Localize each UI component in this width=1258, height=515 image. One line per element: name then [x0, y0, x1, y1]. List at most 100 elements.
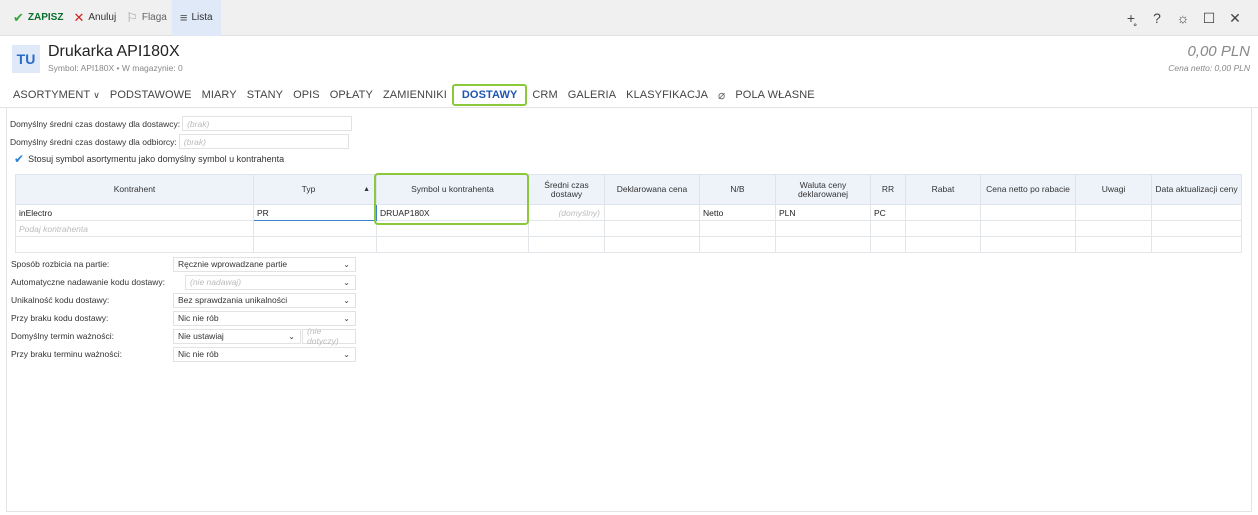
flag-button[interactable]: ⚐ Flaga: [121, 0, 172, 36]
new-cell[interactable]: [1075, 220, 1152, 237]
col-symbol[interactable]: Symbol u kontrahenta: [376, 174, 529, 205]
cell-waluta[interactable]: PLN: [775, 204, 871, 221]
cell-typ[interactable]: PR: [253, 204, 377, 221]
new-cell[interactable]: [528, 220, 605, 237]
tab-asortyment[interactable]: ASORTYMENT ∨: [8, 89, 105, 101]
price: 0,00 PLN: [1187, 43, 1250, 60]
tab-miary[interactable]: MIARY: [197, 89, 242, 101]
receiver-delivery-time-row: Domyślny średni czas dostawy dla odbiorc…: [10, 134, 349, 149]
chevron-down-icon: ⌄: [343, 295, 350, 305]
chevron-down-icon: ⌄: [343, 313, 350, 323]
batch-split-select[interactable]: Ręcznie wprowadzane partie ⌄: [173, 256, 356, 272]
auto-code-row: Automatyczne nadawanie kodu dostawy: (ni…: [11, 274, 356, 290]
new-cell[interactable]: [699, 220, 776, 237]
cell-symbol[interactable]: DRUAP180X: [376, 204, 529, 221]
empty-cell: [980, 236, 1076, 253]
col-waluta[interactable]: Waluta ceny deklarowanej: [775, 174, 871, 205]
tab-opis[interactable]: OPIS: [288, 89, 325, 101]
empty-cell: [699, 236, 776, 253]
cell-uwagi[interactable]: [1075, 204, 1152, 221]
new-cell[interactable]: [376, 220, 529, 237]
chevron-down-icon: ⌄: [343, 259, 350, 269]
expiry-date-select[interactable]: Nie ustawiaj ⌄: [173, 328, 301, 344]
code-uniqueness-select[interactable]: Bez sprawdzania unikalności ⌄: [173, 292, 356, 308]
new-cell[interactable]: [253, 220, 377, 237]
list-button[interactable]: ≡ Lista: [171, 0, 221, 36]
col-rabat[interactable]: Rabat: [905, 174, 981, 205]
receiver-delivery-time-input[interactable]: (brak): [178, 134, 349, 149]
cell-rr[interactable]: PC: [870, 204, 906, 221]
col-uwagi[interactable]: Uwagi: [1075, 174, 1152, 205]
attachment-icon[interactable]: ⌀: [713, 88, 730, 102]
new-cell[interactable]: [905, 220, 981, 237]
empty-cell: [604, 236, 700, 253]
tab-klasyfikacja[interactable]: KLASYFIKACJA: [621, 89, 713, 101]
cell-nb[interactable]: Netto: [699, 204, 776, 221]
missing-expiry-select[interactable]: Nic nie rób ⌄: [173, 346, 356, 362]
cell-cena-netto[interactable]: [980, 204, 1076, 221]
col-nb[interactable]: N/B: [699, 174, 776, 205]
chevron-down-icon: ∨: [93, 89, 100, 100]
auto-code-label: Automatyczne nadawanie kodu dostawy:: [11, 277, 166, 287]
cell-czas[interactable]: (domyślny): [528, 204, 605, 221]
missing-code-label: Przy braku kodu dostawy:: [11, 313, 109, 323]
tab-stany[interactable]: STANY: [242, 89, 288, 101]
new-cell[interactable]: [1151, 220, 1242, 237]
new-kontrahent-input[interactable]: Podaj kontrahenta: [15, 220, 254, 237]
new-cell[interactable]: [604, 220, 700, 237]
list-icon: ≡: [179, 10, 188, 25]
col-czas[interactable]: Średni czas dostawy: [528, 174, 605, 205]
tab-galeria[interactable]: GALERIA: [563, 89, 621, 101]
tab-oplaty[interactable]: OPŁATY: [325, 89, 378, 101]
missing-code-value: Nic nie rób: [178, 313, 219, 323]
missing-expiry-value: Nic nie rób: [178, 349, 219, 359]
new-cell[interactable]: [980, 220, 1076, 237]
cell-rabat[interactable]: [905, 204, 981, 221]
page-subtitle: Symbol: API180X • W magazynie: 0: [48, 63, 183, 73]
table-row-new[interactable]: Podaj kontrahenta: [15, 220, 1242, 237]
close-icon: ✕: [73, 10, 85, 25]
tab-zamienniki[interactable]: ZAMIENNIKI: [378, 89, 452, 101]
empty-cell: [870, 236, 906, 253]
col-rr[interactable]: RR: [870, 174, 906, 205]
tab-pola-wlasne[interactable]: POLA WŁASNE: [730, 89, 819, 101]
cell-data[interactable]: [1151, 204, 1242, 221]
col-cena[interactable]: Deklarowana cena: [604, 174, 700, 205]
expiry-date-label: Domyślny termin ważności:: [11, 331, 114, 341]
new-cell[interactable]: [870, 220, 906, 237]
tab-label: ASORTYMENT: [13, 88, 91, 101]
empty-cell: [528, 236, 605, 253]
auto-code-select[interactable]: (nie nadawaj) ⌄: [185, 274, 356, 290]
cell-cena[interactable]: [604, 204, 700, 221]
tab-dostawy[interactable]: DOSTAWY: [451, 83, 528, 106]
help-icon[interactable]: ?: [1144, 10, 1170, 26]
table-row-empty: [15, 236, 1242, 253]
close-window-icon[interactable]: ✕: [1222, 10, 1248, 27]
add-shortcut-icon[interactable]: +̥: [1118, 10, 1144, 26]
batch-split-value: Ręcznie wprowadzane partie: [178, 259, 288, 269]
table-row[interactable]: inElectro PR DRUAP180X (domyślny) Netto …: [15, 204, 1242, 221]
save-button[interactable]: ✔ ZAPISZ: [8, 0, 68, 36]
tab-crm[interactable]: CRM: [527, 89, 562, 101]
col-kontrahent[interactable]: Kontrahent: [15, 174, 254, 205]
supplier-delivery-time-row: Domyślny średni czas dostawy dla dostawc…: [10, 116, 353, 131]
batch-split-row: Sposób rozbicia na partie: Ręcznie wprow…: [11, 256, 356, 272]
empty-cell: [1075, 236, 1152, 253]
col-typ[interactable]: Typ ▲: [253, 174, 377, 205]
missing-code-select[interactable]: Nic nie rób ⌄: [173, 310, 356, 326]
cancel-button[interactable]: ✕ Anuluj: [68, 0, 121, 36]
supplier-delivery-time-input[interactable]: (brak): [182, 116, 353, 131]
maximize-icon[interactable]: ☐: [1196, 10, 1222, 27]
new-cell[interactable]: [775, 220, 871, 237]
col-data[interactable]: Data aktualizacji ceny: [1151, 174, 1242, 205]
tab-podstawowe[interactable]: PODSTAWOWE: [105, 89, 197, 101]
code-uniqueness-value: Bez sprawdzania unikalności: [178, 295, 288, 305]
cell-kontrahent[interactable]: inElectro: [15, 204, 254, 221]
sort-asc-icon: ▲: [363, 186, 370, 193]
expiry-date-extra: (nie dotyczy): [302, 326, 356, 346]
supplier-delivery-time-label: Domyślny średni czas dostawy dla dostawc…: [10, 118, 181, 129]
gear-icon[interactable]: ☼: [1170, 10, 1196, 26]
missing-code-row: Przy braku kodu dostawy: Nic nie rób ⌄: [11, 310, 356, 326]
use-symbol-checkbox[interactable]: ✔ Stosuj symbol asortymentu jako domyśln…: [14, 152, 284, 166]
col-cena-netto[interactable]: Cena netto po rabacie: [980, 174, 1076, 205]
